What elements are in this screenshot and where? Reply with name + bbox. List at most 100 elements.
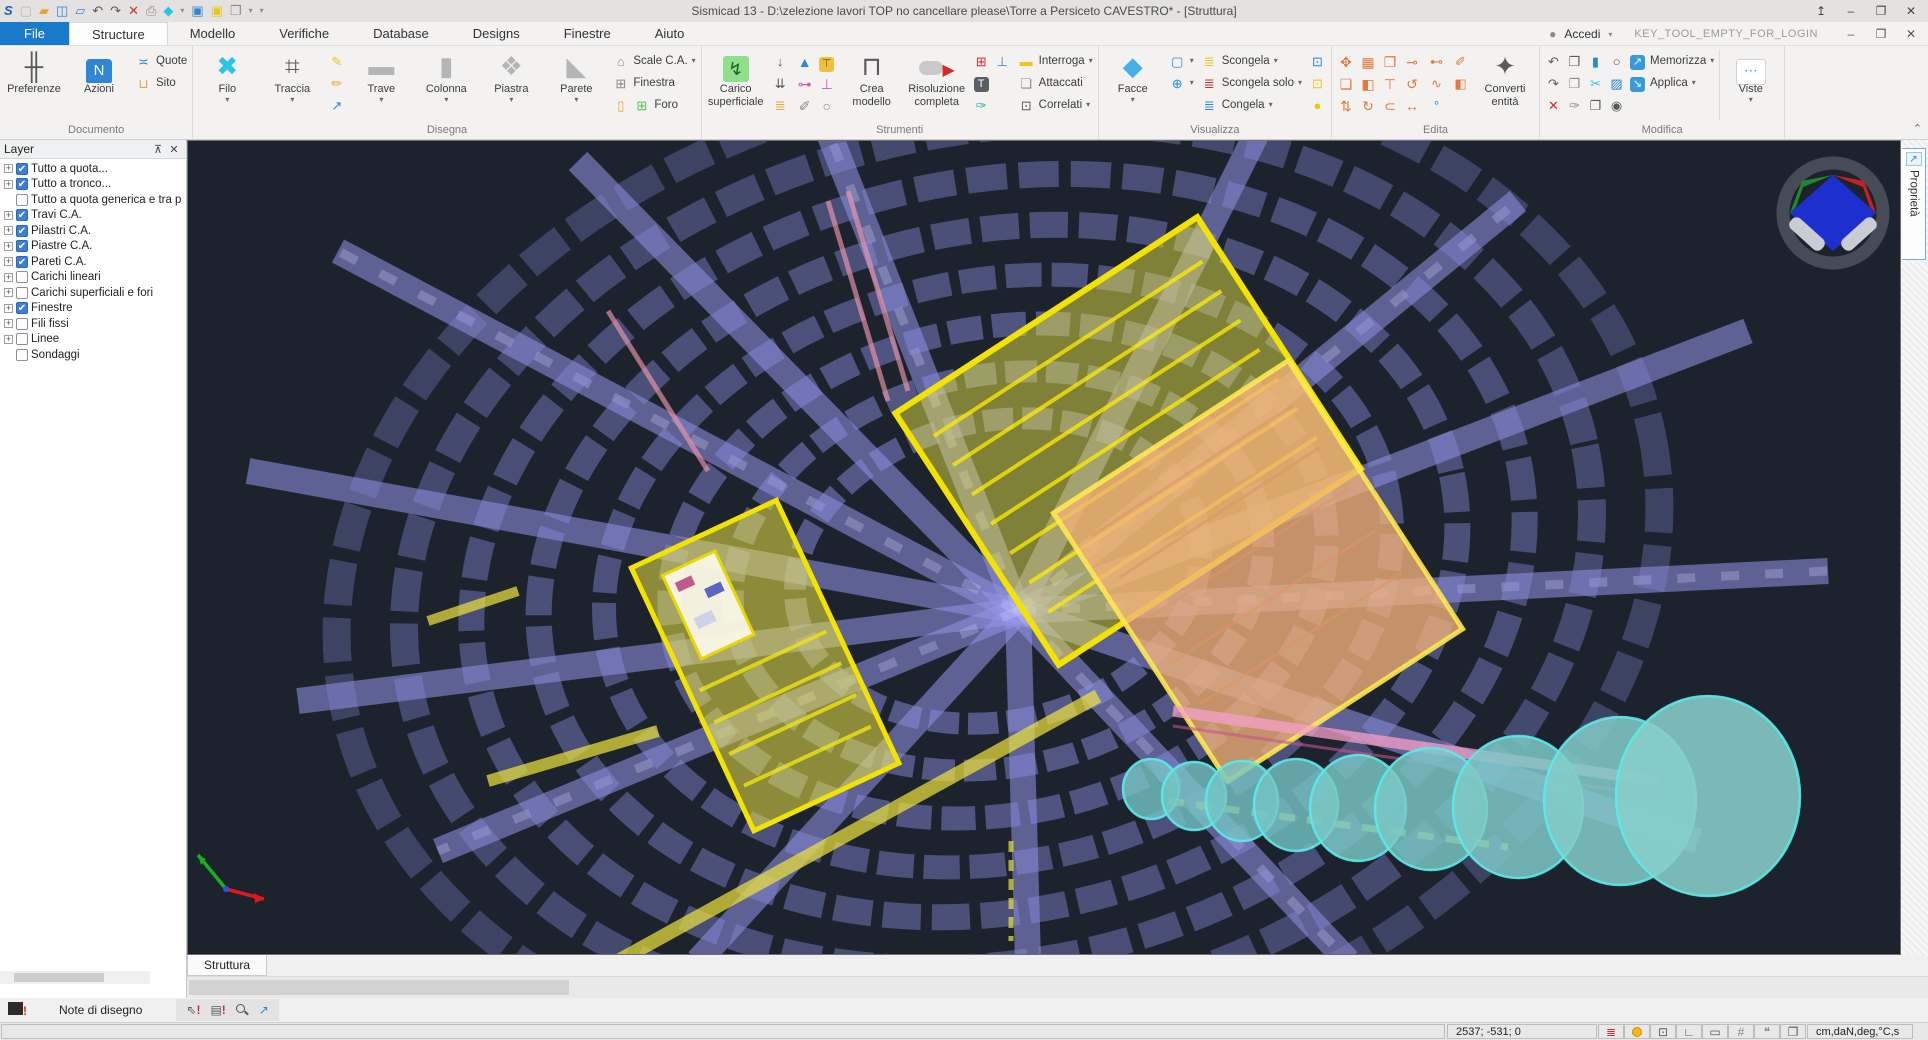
move-icon[interactable]: ✥ <box>1335 51 1357 73</box>
snap-diamond-icon[interactable]: ◆ <box>163 3 173 19</box>
notes-status-icon[interactable]: ! <box>8 1002 27 1018</box>
layer-checkbox[interactable]: ✔ <box>16 240 28 252</box>
cursor-warning-icon[interactable]: ⇖! <box>186 1003 200 1017</box>
status-layers-icon[interactable]: ≣ <box>1598 1024 1624 1039</box>
load-point-button[interactable]: ↓ <box>770 51 791 71</box>
restore-icon[interactable]: ❐ <box>1866 0 1896 22</box>
foro-button[interactable]: ▯ ⊞ Foro <box>610 95 697 115</box>
status-grid-icon[interactable]: # <box>1728 1024 1754 1039</box>
hammer-tool-icon[interactable]: ⊤ <box>816 51 838 73</box>
undo-edit-icon[interactable]: ↶ <box>1545 53 1562 70</box>
units-field[interactable]: cm,daN,deg,°C,s <box>1807 1024 1913 1039</box>
copy-icon[interactable]: ❏ <box>1335 73 1357 95</box>
risoluzione-completa-button[interactable]: ▶ Risoluzione completa <box>906 49 968 121</box>
layer-checkbox[interactable]: ✔ <box>16 256 28 268</box>
show-selection-button[interactable]: ⊡ <box>1307 51 1328 71</box>
status-windows-icon[interactable]: ❐ <box>1780 1024 1806 1039</box>
tab-aiuto[interactable]: Aiuto <box>633 22 707 45</box>
layer-checkbox[interactable]: ✔ <box>16 225 28 237</box>
erase-icon[interactable]: ✕ <box>1545 97 1562 114</box>
scongela-button[interactable]: ≣ Scongela▾ <box>1199 51 1304 71</box>
extend-icon[interactable]: ↔ <box>1401 95 1423 117</box>
layer-checkbox[interactable]: ✔ <box>16 163 28 175</box>
layer-row[interactable]: +Linee <box>0 332 186 348</box>
layer-row[interactable]: +Fili fissi <box>0 316 186 332</box>
layer-checkbox[interactable]: ✔ <box>16 302 28 314</box>
join-button[interactable]: ⊷ <box>1426 51 1447 71</box>
child-restore-icon[interactable]: ❐ <box>1870 27 1892 41</box>
spline-button[interactable]: ∿ <box>1426 73 1447 93</box>
load-list-button[interactable]: ≣ <box>770 95 791 115</box>
layer-checkbox[interactable]: ✔ <box>16 209 28 221</box>
redo-edit-icon[interactable]: ↷ <box>1545 75 1562 92</box>
redo-icon[interactable]: ↷ <box>110 3 121 19</box>
status-comment-icon[interactable]: ❝ <box>1754 1024 1780 1039</box>
status-bulb-icon[interactable] <box>1624 1024 1650 1039</box>
quote-button[interactable]: ≍ Quote <box>133 51 189 71</box>
qat-overflow-icon[interactable]: ▾ <box>260 3 264 19</box>
child-minimize-icon[interactable]: – <box>1840 27 1862 41</box>
tab-modello[interactable]: Modello <box>168 22 258 45</box>
selection-visible-icon[interactable]: ▣ <box>191 3 203 19</box>
annotation-button[interactable]: ↗ <box>326 95 347 115</box>
sito-button[interactable]: ⊔ Sito <box>133 73 189 93</box>
text-tool-button[interactable]: T <box>971 73 1013 93</box>
congela-button[interactable]: ≣ Congela▾ <box>1199 95 1304 115</box>
collapse-ribbon-icon[interactable]: ⌃ <box>1913 122 1922 135</box>
layer-row[interactable]: +✔Pareti C.A. <box>0 254 186 270</box>
properties-tab[interactable]: ↗ Proprietà <box>1902 148 1926 260</box>
status-snap-rect-icon[interactable]: ▭ <box>1702 1024 1728 1039</box>
grid-plus-icon[interactable]: ⊞ <box>973 53 990 70</box>
select-lasso-icon[interactable]: ❒ <box>1566 75 1583 92</box>
trave-button[interactable]: ▬ Trave▾ <box>350 49 412 121</box>
login-button[interactable]: Accedi <box>1564 27 1600 41</box>
close-icon[interactable]: ✕ <box>1896 0 1926 22</box>
load-line-button[interactable]: ⇊ <box>770 73 791 93</box>
spray-button[interactable]: ✐ <box>1450 51 1471 71</box>
copy-props-button[interactable]: ◧ <box>1450 73 1471 93</box>
offset-icon[interactable]: ❐ <box>1379 51 1401 73</box>
layer-checkbox[interactable] <box>16 194 28 206</box>
tab-struttura[interactable]: Struttura <box>187 955 267 976</box>
select-rect-icon[interactable]: ❒ <box>1566 53 1583 70</box>
hide-selection-button[interactable]: ⊡ <box>1307 73 1328 93</box>
preferenze-button[interactable]: ╫ Preferenze <box>3 49 65 121</box>
azioni-button[interactable]: N Azioni <box>68 49 130 121</box>
mirror-icon[interactable]: ◧ <box>1357 73 1379 95</box>
import-view-icon[interactable]: ↘ <box>1629 74 1646 92</box>
zoom-button[interactable]: ⊕ ▾ <box>1167 73 1196 93</box>
layer-row[interactable]: +✔Finestre <box>0 301 186 317</box>
clipboard-icon[interactable]: ❐ <box>1587 97 1604 114</box>
layer-checkbox[interactable] <box>16 333 28 345</box>
print-icon[interactable]: ⎙ <box>146 3 156 19</box>
layer-row[interactable]: Tutto a quota generica e tra p <box>0 192 186 208</box>
find-icon[interactable]: ○ <box>1608 53 1625 70</box>
piastra-button[interactable]: ❖ Piastra▾ <box>480 49 542 121</box>
pin-icon[interactable]: ⊼ <box>150 143 166 156</box>
minimize-icon[interactable]: – <box>1836 0 1866 22</box>
finestra-button[interactable]: ⊞ Finestra <box>610 73 697 93</box>
3d-model-canvas[interactable] <box>188 141 1900 954</box>
cone-tool-icon[interactable]: ▲ <box>794 51 816 73</box>
3d-viewport[interactable] <box>187 140 1901 955</box>
viste-button[interactable]: ⋯ Viste▾ <box>1719 49 1781 121</box>
layer-row[interactable]: +Carichi lineari <box>0 270 186 286</box>
interroga-button[interactable]: ▬ Interroga▾ <box>1016 51 1095 71</box>
view-box-button[interactable]: ▢ ▾ <box>1167 51 1196 71</box>
tab-verifiche[interactable]: Verifiche <box>257 22 351 45</box>
layer-row[interactable]: +Carichi superficiali e fori <box>0 285 186 301</box>
anchor-icon[interactable]: ⊥ <box>994 53 1011 70</box>
converti-entita-button[interactable]: ✦ Converti entità <box>1474 49 1536 121</box>
scissors-icon[interactable]: ✂ <box>1587 75 1604 92</box>
image-icon[interactable]: ▨ <box>1608 75 1625 92</box>
scale-ca-button[interactable]: ⌂ Scale C.A. ▾ <box>610 51 697 71</box>
filo-button[interactable]: ✖ Filo▾ <box>196 49 258 121</box>
annotate-notes-icon[interactable]: ↗ <box>259 1003 269 1017</box>
lamp-button[interactable]: ● <box>1307 95 1328 115</box>
knife-tool-icon[interactable]: ✐ <box>794 95 816 117</box>
cleanup-brush-icon[interactable]: ✑ <box>1566 97 1583 114</box>
traccia-button[interactable]: ⌗ Traccia▾ <box>261 49 323 121</box>
brush-tool-button[interactable]: ✑ <box>971 95 1013 115</box>
layer-checkbox[interactable] <box>16 349 28 361</box>
document-warning-icon[interactable]: ▤! <box>210 1003 225 1017</box>
